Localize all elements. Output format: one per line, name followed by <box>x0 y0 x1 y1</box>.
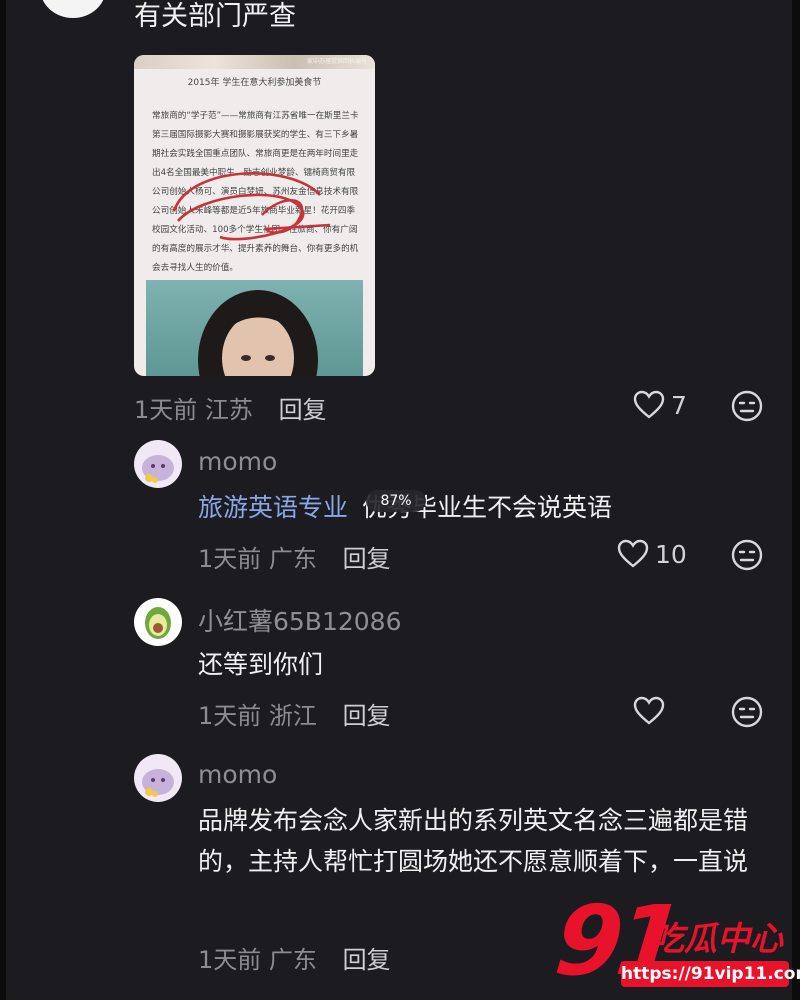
comment-time: 1天前 <box>198 702 262 730</box>
comment-time: 1天前 <box>198 545 262 573</box>
username[interactable]: 小红薯65B12086 <box>198 602 402 638</box>
image-title: 2015年 学生在意大利参加美食节 <box>187 78 322 88</box>
avatar[interactable] <box>40 0 106 18</box>
reply-text: 品牌发布会念人家新出的系列英文名念三遍都是错的，主持人帮忙打圆场她还不愿意顺着下… <box>198 806 749 876</box>
username[interactable]: momo <box>198 447 277 476</box>
comment-meta: 1天前 浙江 回复 <box>198 696 391 731</box>
username[interactable]: momo <box>198 760 277 789</box>
heart-outline-icon <box>633 390 665 419</box>
comment-time: 1天前 <box>134 396 198 424</box>
neutral-face-icon[interactable] <box>731 539 763 571</box>
right-edge <box>792 0 800 1000</box>
reply-button[interactable]: 回复 <box>343 702 391 730</box>
reply-button[interactable]: 回复 <box>343 545 391 573</box>
avatar[interactable] <box>134 754 182 802</box>
avatar[interactable] <box>134 440 182 488</box>
progress-indicator: 87% <box>366 490 426 512</box>
red-scribble-mark <box>172 172 331 241</box>
image-header-tag: 家中办理提供回执编号 <box>306 58 367 65</box>
comment-location: 浙江 <box>268 702 317 730</box>
comment-location: 江苏 <box>204 396 253 424</box>
image-portrait <box>146 280 363 376</box>
like-button[interactable]: 10 <box>617 539 687 569</box>
comment-meta: 1天前 广东 回复 <box>198 539 391 574</box>
comment-meta: 1天前 江苏 回复 <box>134 390 327 425</box>
watermark-url: https://91vip11.com <box>621 961 800 987</box>
like-count: 10 <box>655 539 687 569</box>
watermark-name: 吃瓜中心 <box>651 919 783 958</box>
heart-outline-icon <box>633 696 665 725</box>
like-button[interactable]: 7 <box>633 390 687 420</box>
comment-text: 有关部门严查 <box>134 1 296 32</box>
reply-button[interactable]: 回复 <box>279 396 327 424</box>
comment-location: 广东 <box>268 946 317 974</box>
comment-location: 广东 <box>268 545 317 573</box>
like-button[interactable] <box>633 696 671 726</box>
like-count: 7 <box>671 390 687 420</box>
reply-button[interactable]: 回复 <box>343 946 391 974</box>
comment-meta: 1天前 广东 回复 <box>198 940 391 975</box>
avatar[interactable] <box>134 598 182 646</box>
reply-text: 还等到你们 <box>198 650 324 679</box>
left-edge <box>0 0 6 1000</box>
comment-image[interactable]: 家中办理提供回执编号 2015年 学生在意大利参加美食节 常旅商的“学子范”——… <box>134 55 375 376</box>
neutral-face-icon[interactable] <box>731 390 763 422</box>
topic-link[interactable]: 旅游英语专业 <box>198 493 348 522</box>
comment-time: 1天前 <box>198 946 262 974</box>
heart-outline-icon <box>617 539 649 568</box>
neutral-face-icon[interactable] <box>731 696 763 728</box>
